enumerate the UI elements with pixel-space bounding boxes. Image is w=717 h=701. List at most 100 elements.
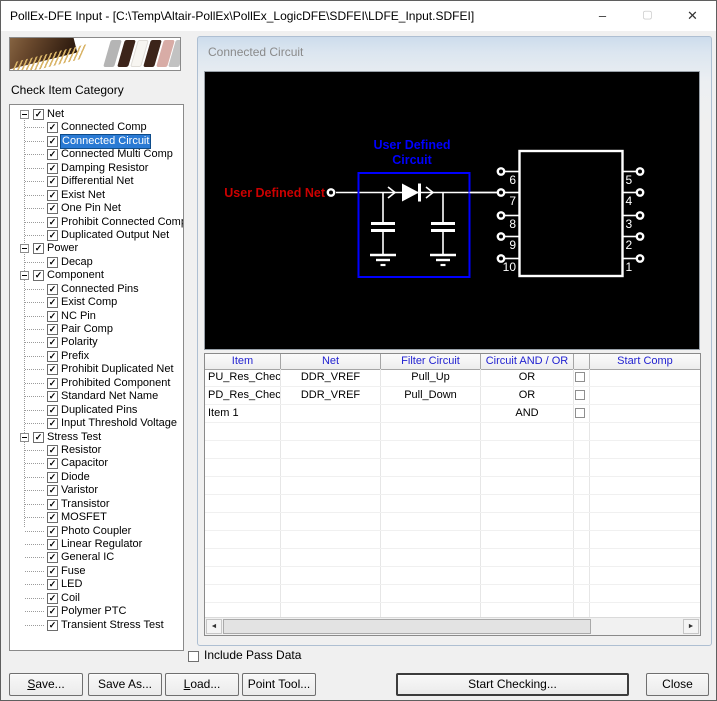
checkbox-checked-icon[interactable]: ✓ xyxy=(47,256,58,268)
start-checking-button[interactable]: Start Checking... xyxy=(396,673,629,696)
tree-item-label[interactable]: Prohibit Duplicated Net xyxy=(61,363,174,376)
checkbox-checked-icon[interactable]: ✓ xyxy=(47,324,58,335)
checkbox-checked-icon[interactable]: ✓ xyxy=(33,243,44,255)
table-cell[interactable] xyxy=(281,405,381,422)
tree-item-label[interactable]: Photo Coupler xyxy=(61,525,131,538)
tree-item[interactable]: ✓ Capacitor xyxy=(10,457,183,470)
tree-item[interactable]: ✓ Varistor xyxy=(10,484,183,497)
checkbox-checked-icon[interactable]: ✓ xyxy=(33,431,44,443)
tree-item[interactable]: ✓ Coil xyxy=(10,592,183,605)
tree-item-label[interactable]: Transient Stress Test xyxy=(61,619,164,632)
tree-item-label[interactable]: NC Pin xyxy=(61,310,96,323)
checkbox-checked-icon[interactable]: ✓ xyxy=(47,512,58,524)
tree-item[interactable]: ✓ Transistor xyxy=(10,498,183,511)
tree-item-label[interactable]: Resistor xyxy=(61,444,101,457)
tree-item-label[interactable]: Prohibit Connected Comp xyxy=(61,216,183,229)
table-cell[interactable]: Pull_Down xyxy=(381,387,481,404)
check-item-tree[interactable]: ✓ Net ✓ Connected Comp ✓ Connected Circuit ✓ Co… xyxy=(9,104,184,651)
table-cell[interactable] xyxy=(590,405,700,422)
checkbox-checked-icon[interactable]: ✓ xyxy=(47,485,58,497)
tree-item-label[interactable]: Pair Comp xyxy=(61,323,113,336)
checkbox-checked-icon[interactable]: ✓ xyxy=(47,444,58,456)
tree-item[interactable]: ✓ Connected Pins xyxy=(10,283,183,296)
tree-item[interactable]: ✓ Connected Comp xyxy=(10,121,183,134)
horizontal-scrollbar[interactable]: ◄ ► xyxy=(205,617,700,635)
checkbox-checked-icon[interactable]: ✓ xyxy=(47,364,58,376)
table-cell[interactable] xyxy=(574,405,590,422)
tree-item[interactable]: ✓ Duplicated Pins xyxy=(10,404,183,417)
close-icon[interactable]: ✕ xyxy=(670,1,715,31)
tree-item-label[interactable]: Connected Comp xyxy=(61,121,147,134)
checkbox-checked-icon[interactable]: ✓ xyxy=(47,498,58,510)
tree-item[interactable]: ✓ NC Pin xyxy=(10,310,183,323)
tree-item[interactable]: ✓ Stress Test xyxy=(10,431,183,444)
tree-item-label[interactable]: Differential Net xyxy=(61,175,134,188)
tree-item-label[interactable]: Duplicated Output Net xyxy=(61,229,169,242)
checkbox-checked-icon[interactable]: ✓ xyxy=(47,525,58,537)
tree-item-label[interactable]: Connected Circuit xyxy=(61,134,151,148)
tree-item[interactable]: ✓ Linear Regulator xyxy=(10,538,183,551)
tree-item[interactable]: ✓ Fuse xyxy=(10,565,183,578)
scroll-right-icon[interactable]: ► xyxy=(683,619,699,634)
tree-item-label[interactable]: Diode xyxy=(61,471,90,484)
table-row[interactable]: Item 1 AND xyxy=(205,405,700,423)
tree-item[interactable]: ✓ Standard Net Name xyxy=(10,390,183,403)
save-as-button[interactable]: Save As... xyxy=(88,673,162,696)
checkbox-checked-icon[interactable]: ✓ xyxy=(47,283,58,295)
row-checkbox[interactable] xyxy=(575,390,585,400)
tree-item-label[interactable]: Exist Net xyxy=(61,189,105,202)
checkbox-checked-icon[interactable]: ✓ xyxy=(47,404,58,416)
minimize-icon[interactable]: – xyxy=(580,1,625,31)
table-cell[interactable]: OR xyxy=(481,387,574,404)
checkbox-checked-icon[interactable]: ✓ xyxy=(47,471,58,483)
tree-item[interactable]: ✓ MOSFET xyxy=(10,511,183,524)
tree-item-label[interactable]: Duplicated Pins xyxy=(61,404,137,417)
save-button[interactable]: Save... xyxy=(9,673,83,696)
table-row[interactable]: PU_Res_Check DDR_VREF Pull_Up OR xyxy=(205,369,700,387)
tree-item-label[interactable]: Decap xyxy=(61,256,93,269)
collapse-icon[interactable] xyxy=(20,110,29,119)
tree-item[interactable]: ✓ LED xyxy=(10,578,183,591)
table-cell[interactable] xyxy=(590,387,700,404)
tree-item-label[interactable]: Component xyxy=(47,269,104,282)
table-cell[interactable]: OR xyxy=(481,369,574,386)
tree-item-label[interactable]: Input Threshold Voltage xyxy=(61,417,177,430)
collapse-icon[interactable] xyxy=(20,244,29,254)
tree-item[interactable]: ✓ Exist Comp xyxy=(10,296,183,309)
tree-item-label[interactable]: Coil xyxy=(61,592,80,605)
table-cell[interactable] xyxy=(574,387,590,404)
table-cell[interactable] xyxy=(590,369,700,386)
tree-item-label[interactable]: Polymer PTC xyxy=(61,605,126,618)
table-cell[interactable]: Item 1 xyxy=(205,405,281,422)
tree-item[interactable]: ✓ Decap xyxy=(10,256,183,269)
checkbox-checked-icon[interactable]: ✓ xyxy=(47,565,58,577)
tree-item[interactable]: ✓ Duplicated Output Net xyxy=(10,229,183,242)
close-button[interactable]: Close xyxy=(646,673,709,696)
tree-item[interactable]: ✓ Prefix xyxy=(10,350,183,363)
checkbox-checked-icon[interactable]: ✓ xyxy=(33,109,44,120)
tree-item-label[interactable]: Power xyxy=(47,242,78,255)
table-cell[interactable]: PD_Res_Check xyxy=(205,387,281,404)
tree-item-label[interactable]: One Pin Net xyxy=(61,202,121,215)
checkbox-checked-icon[interactable]: ✓ xyxy=(47,203,58,215)
checkbox-checked-icon[interactable]: ✓ xyxy=(47,122,58,134)
table-cell[interactable] xyxy=(574,369,590,386)
checkbox-checked-icon[interactable]: ✓ xyxy=(47,337,58,349)
tree-item[interactable]: ✓ Pair Comp xyxy=(10,323,183,336)
checkbox-checked-icon[interactable]: ✓ xyxy=(47,229,58,241)
checkbox-checked-icon[interactable]: ✓ xyxy=(47,310,58,322)
tree-item[interactable]: ✓ Input Threshold Voltage xyxy=(10,417,183,430)
tree-item-label[interactable]: Standard Net Name xyxy=(61,390,158,403)
table-cell[interactable]: PU_Res_Check xyxy=(205,369,281,386)
tree-item-label[interactable]: Net xyxy=(47,108,64,121)
tree-item-label[interactable]: Capacitor xyxy=(61,457,108,470)
tree-item[interactable]: ✓ Damping Resistor xyxy=(10,162,183,175)
tree-item-label[interactable]: Damping Resistor xyxy=(61,162,148,175)
tree-item[interactable]: ✓ Net xyxy=(10,108,183,121)
tree-item-label[interactable]: General IC xyxy=(61,551,114,564)
tree-item[interactable]: ✓ One Pin Net xyxy=(10,202,183,215)
table-cell[interactable]: AND xyxy=(481,405,574,422)
tree-item[interactable]: ✓ Polymer PTC xyxy=(10,605,183,618)
tree-item-label[interactable]: Linear Regulator xyxy=(61,538,142,551)
row-checkbox[interactable] xyxy=(575,408,585,418)
